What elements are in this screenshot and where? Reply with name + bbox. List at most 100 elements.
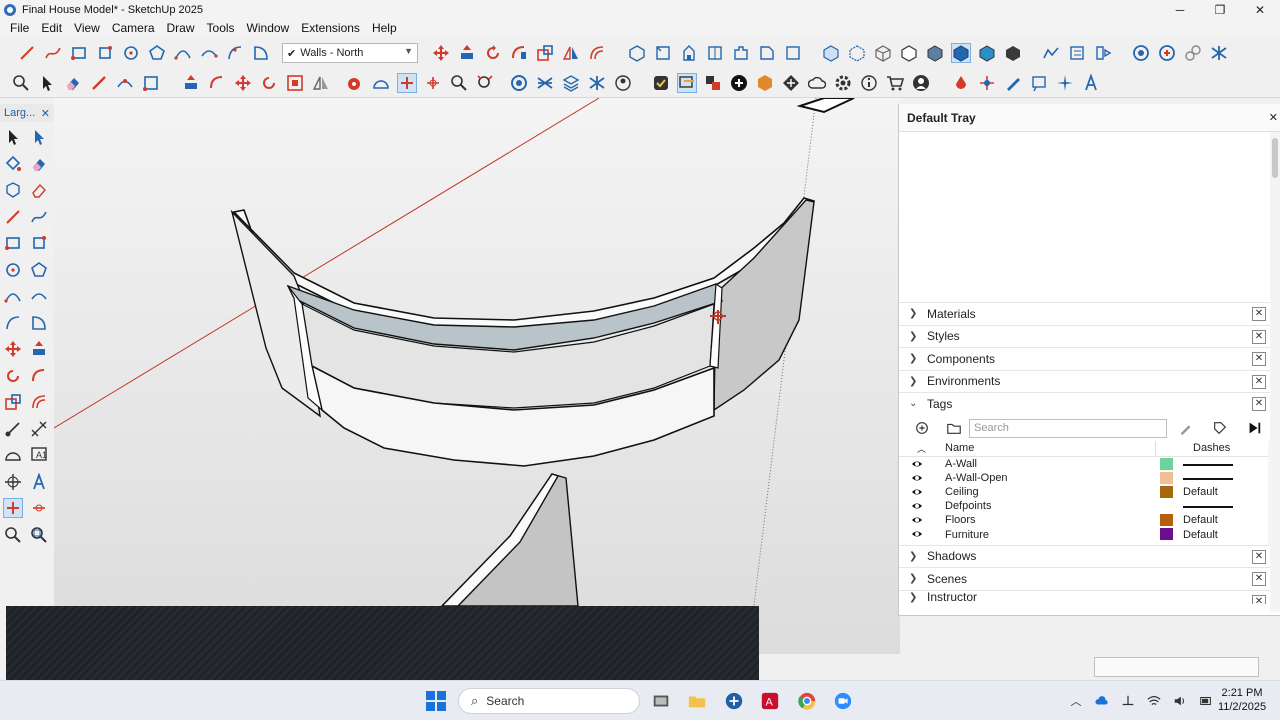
- back-edges-icon[interactable]: [848, 44, 866, 62]
- tag-row[interactable]: Furniture Default: [899, 527, 1280, 541]
- menu-draw[interactable]: Draw: [161, 21, 201, 35]
- measurements-box[interactable]: [1094, 657, 1259, 677]
- dash-pattern-label[interactable]: Default: [1183, 486, 1218, 498]
- move-tool-icon[interactable]: [432, 44, 450, 62]
- scale-tool-icon[interactable]: [536, 44, 554, 62]
- menu-help[interactable]: Help: [366, 21, 403, 35]
- info-icon[interactable]: [860, 74, 878, 92]
- tag-tool-icon[interactable]: [1211, 419, 1229, 437]
- text-3d-icon[interactable]: [30, 472, 48, 491]
- account-icon[interactable]: [912, 74, 930, 92]
- walk-icon[interactable]: [424, 74, 442, 92]
- model-viewport[interactable]: [54, 98, 900, 654]
- line-tool-icon[interactable]: [4, 208, 22, 226]
- tray-close-button[interactable]: ✕: [1269, 111, 1278, 124]
- onedrive-icon[interactable]: [1094, 693, 1110, 709]
- tray-scrollbar[interactable]: [1270, 132, 1280, 612]
- tag-color-swatch[interactable]: [1160, 457, 1173, 470]
- maximize-button[interactable]: ❐: [1200, 0, 1240, 20]
- add-location-icon[interactable]: [652, 74, 670, 92]
- tag-color-swatch[interactable]: [1160, 500, 1173, 513]
- grid-pattern-icon[interactable]: [782, 74, 800, 92]
- visibility-eye-icon[interactable]: [911, 486, 923, 498]
- tag-name[interactable]: Ceiling: [945, 486, 979, 498]
- move-arrows-icon[interactable]: [234, 74, 252, 92]
- close-icon[interactable]: ✕: [1252, 397, 1266, 411]
- polygon-tool-icon[interactable]: [30, 261, 48, 279]
- push-pull-tool-icon[interactable]: [182, 74, 200, 92]
- label-tool-icon[interactable]: [1030, 74, 1048, 92]
- close-icon[interactable]: ✕: [1252, 572, 1266, 586]
- tag-row[interactable]: Defpoints: [899, 499, 1280, 513]
- close-icon[interactable]: ✕: [1252, 594, 1266, 604]
- tag-name[interactable]: Defpoints: [945, 500, 991, 512]
- two-point-arc-icon[interactable]: [200, 44, 218, 62]
- tag-name[interactable]: A-Wall-Open: [945, 472, 1008, 484]
- protractor-icon[interactable]: [4, 446, 22, 464]
- large-tool-set-close[interactable]: ✕: [41, 107, 50, 120]
- select-arrow-icon[interactable]: [38, 74, 56, 92]
- view-back-icon[interactable]: [732, 44, 750, 62]
- select-arrow-icon[interactable]: [4, 128, 22, 146]
- walk-tool-icon[interactable]: [30, 499, 48, 517]
- chevron-up-icon[interactable]: ︿: [1068, 693, 1084, 709]
- axes-tool-icon[interactable]: [4, 473, 22, 491]
- line-tool-icon[interactable]: [18, 44, 36, 62]
- dash-pattern-solid[interactable]: [1183, 463, 1233, 466]
- protractor-icon[interactable]: [372, 74, 390, 92]
- menu-view[interactable]: View: [68, 21, 106, 35]
- pie-tool-icon[interactable]: [30, 314, 48, 332]
- paint-drop-icon[interactable]: [952, 74, 970, 92]
- zoom-icon[interactable]: [450, 74, 468, 92]
- tape-measure-icon[interactable]: [4, 420, 22, 438]
- tape-measure-icon[interactable]: [346, 74, 364, 92]
- view-bottom-icon[interactable]: [784, 44, 802, 62]
- tag-row[interactable]: Floors Default: [899, 513, 1280, 527]
- sparkle-icon[interactable]: [1056, 74, 1074, 92]
- zoom-app-icon[interactable]: [832, 690, 854, 712]
- minimize-button[interactable]: ─: [1160, 0, 1200, 20]
- photo-texture-icon[interactable]: [704, 74, 722, 92]
- wireframe-icon[interactable]: [874, 44, 892, 62]
- panel-components[interactable]: ❯ Components ✕: [899, 347, 1280, 370]
- offset-tool-icon[interactable]: [30, 393, 48, 411]
- circle-tool-icon[interactable]: [122, 44, 140, 62]
- panel-environments[interactable]: ❯ Environments ✕: [899, 369, 1280, 392]
- badge-icon[interactable]: [756, 74, 774, 92]
- lasso-select-icon[interactable]: [30, 128, 48, 146]
- flip-mirror-icon[interactable]: [312, 74, 330, 92]
- close-icon[interactable]: ✕: [1252, 374, 1266, 389]
- sort-up-icon[interactable]: ︿: [917, 442, 926, 455]
- dark-cube-icon[interactable]: [1004, 44, 1022, 62]
- rotated-rectangle-icon[interactable]: [30, 234, 48, 252]
- shaded-textures-icon[interactable]: [951, 43, 971, 63]
- dash-pattern-label[interactable]: Default: [1183, 529, 1218, 541]
- two-point-arc-icon[interactable]: [30, 287, 48, 305]
- dash-pattern-label[interactable]: Default: [1183, 514, 1218, 526]
- add-tag-icon[interactable]: [913, 419, 931, 437]
- visibility-eye-icon[interactable]: [911, 528, 923, 540]
- shape-tool-icon[interactable]: [142, 74, 160, 92]
- xray-style-icon[interactable]: [822, 44, 840, 62]
- tags-search-input[interactable]: Search: [969, 418, 1167, 438]
- wifi-icon[interactable]: [1146, 693, 1162, 709]
- battery-icon[interactable]: [1198, 693, 1214, 709]
- section-display-icon[interactable]: [1094, 44, 1112, 62]
- tag-color-swatch[interactable]: [1160, 514, 1173, 527]
- monochrome-icon[interactable]: [978, 44, 996, 62]
- details-arrow-icon[interactable]: [1245, 419, 1263, 437]
- panel-instructor[interactable]: ❯ Instructor ✕: [899, 589, 1280, 604]
- visibility-eye-icon[interactable]: [911, 458, 923, 470]
- network-icon[interactable]: [1120, 693, 1136, 709]
- tag-color-swatch[interactable]: [1160, 471, 1173, 484]
- tag-name[interactable]: Floors: [945, 514, 976, 526]
- acrobat-icon[interactable]: A: [759, 690, 781, 712]
- rectangle-tool-icon[interactable]: [4, 234, 22, 252]
- snap-icon[interactable]: [978, 74, 996, 92]
- view-iso-icon[interactable]: [628, 44, 646, 62]
- gear-icon[interactable]: [834, 74, 852, 92]
- make-component-icon[interactable]: [4, 181, 22, 199]
- eraser-tool-icon[interactable]: [64, 74, 82, 92]
- menu-camera[interactable]: Camera: [106, 21, 161, 35]
- menu-file[interactable]: File: [4, 21, 35, 35]
